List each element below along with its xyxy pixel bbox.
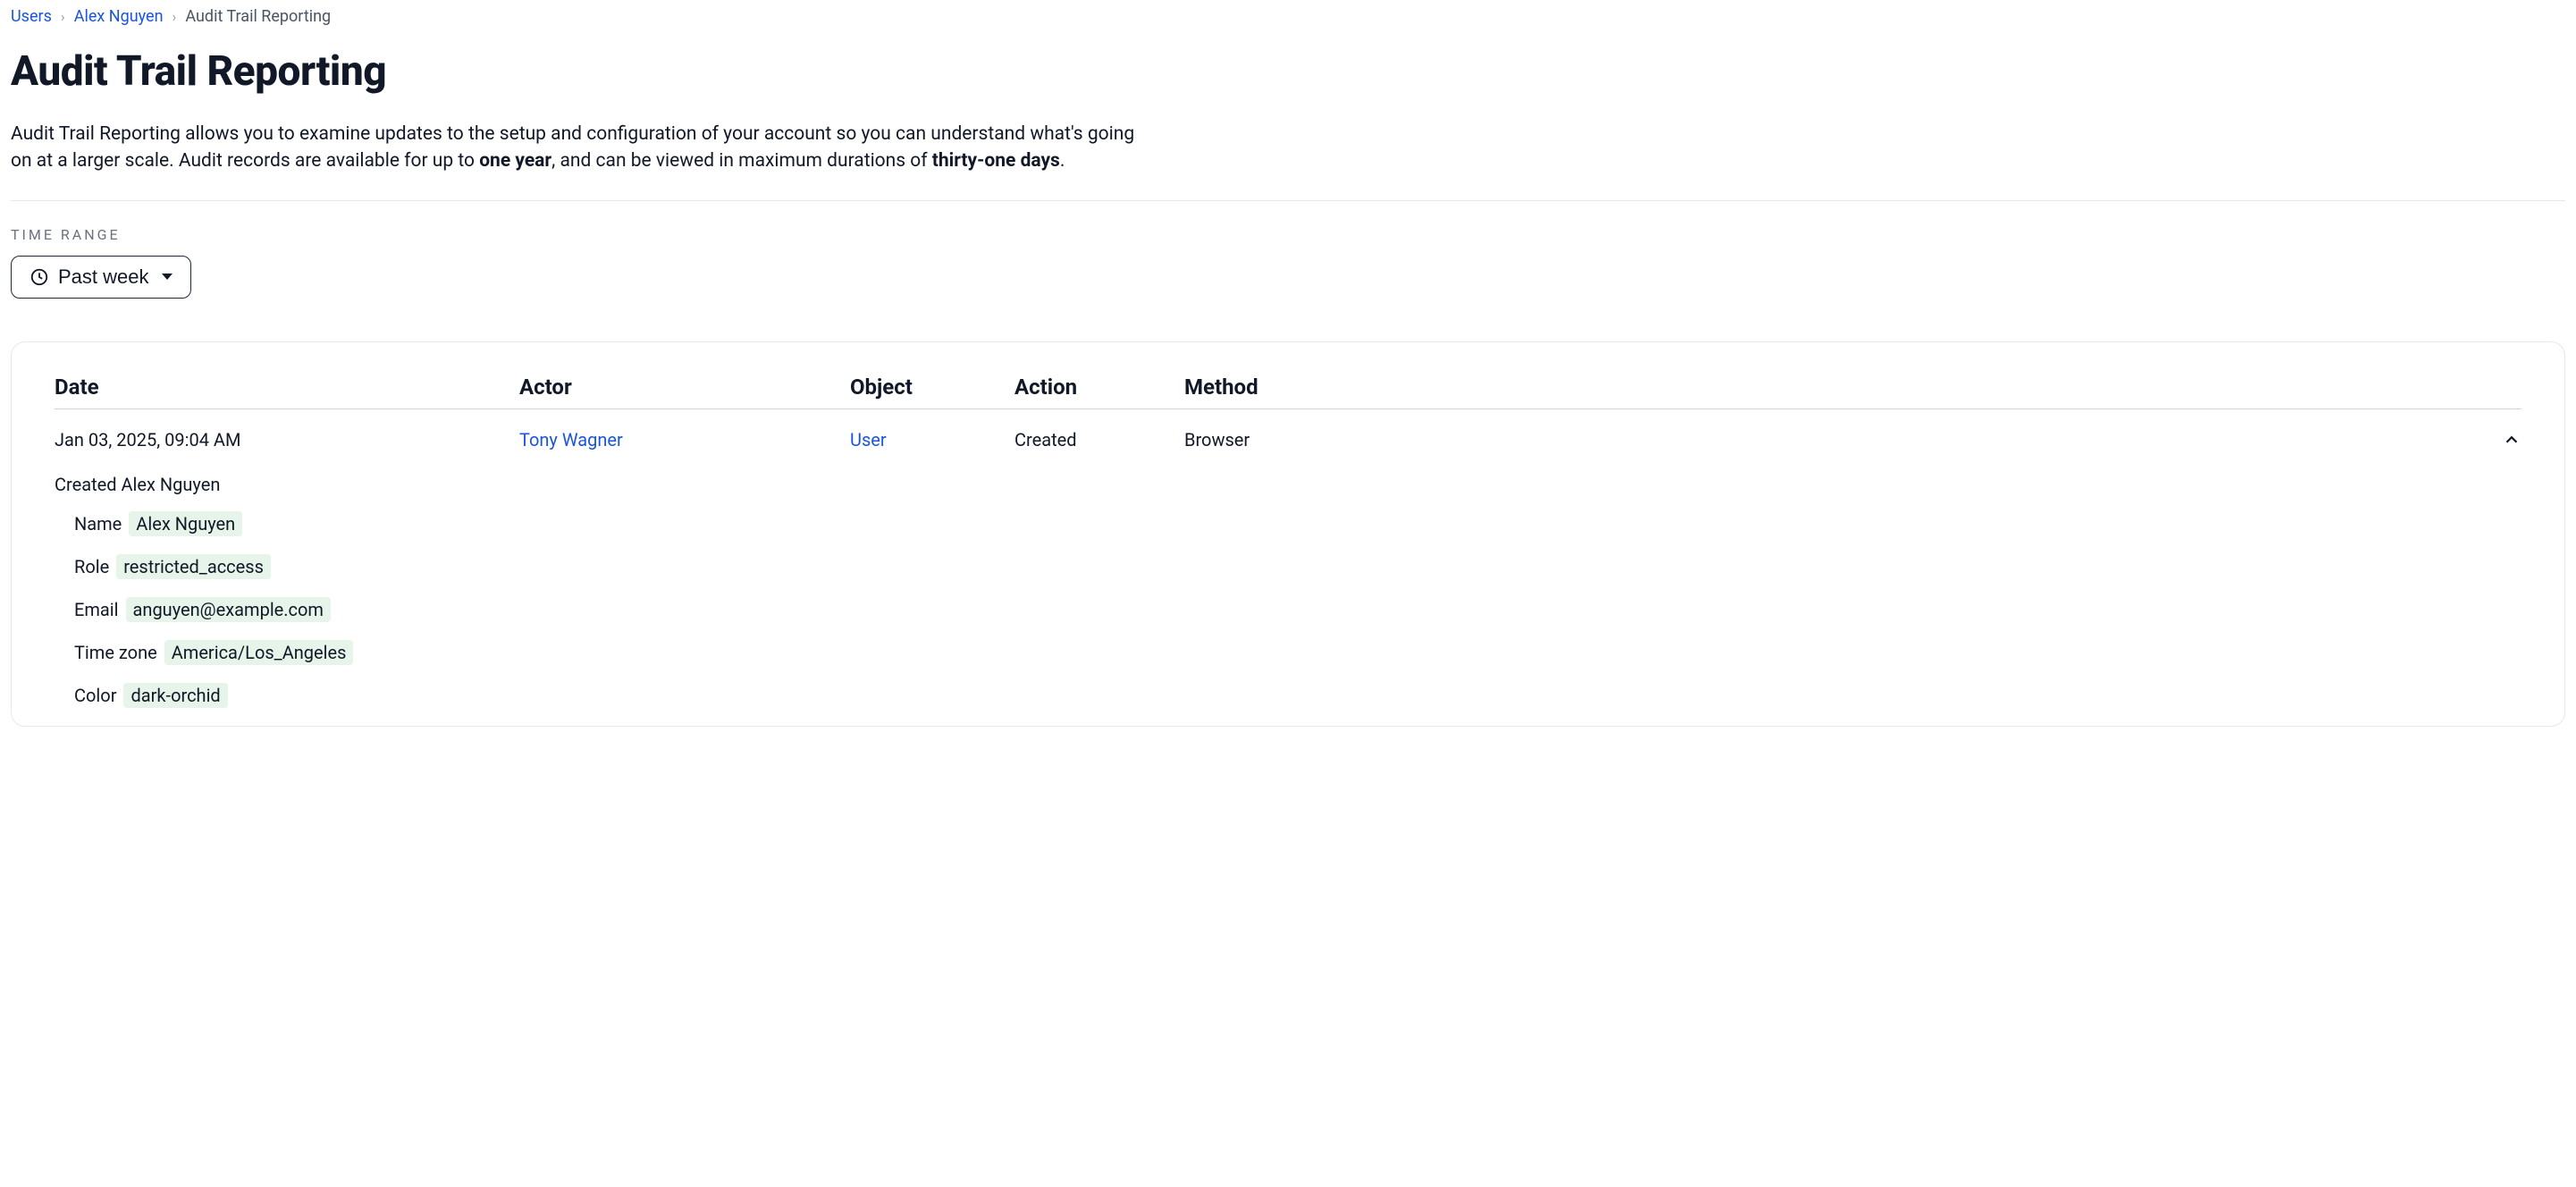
description-text: . xyxy=(1060,150,1065,172)
detail-label: Email xyxy=(74,599,119,620)
detail-list: Name Alex Nguyen Role restricted_access … xyxy=(55,511,2521,708)
breadcrumb-current: Audit Trail Reporting xyxy=(185,7,331,26)
page-description: Audit Trail Reporting allows you to exam… xyxy=(11,121,1155,175)
detail-value-badge: dark-orchid xyxy=(123,683,227,708)
audit-row-details: Created Alex Nguyen Name Alex Nguyen Rol… xyxy=(55,474,2521,708)
breadcrumb-user-link[interactable]: Alex Nguyen xyxy=(74,7,164,26)
detail-item-timezone: Time zone America/Los_Angeles xyxy=(74,640,2521,665)
header-method: Method xyxy=(1184,375,2486,400)
description-bold-duration: thirty-one days xyxy=(932,150,1060,172)
detail-value-badge: restricted_access xyxy=(116,554,271,579)
detail-value-badge: anguyen@example.com xyxy=(126,597,331,622)
divider xyxy=(11,200,2565,201)
audit-row[interactable]: Jan 03, 2025, 09:04 AM Tony Wagner User … xyxy=(55,429,2521,450)
time-range-section: TIME RANGE Past week xyxy=(11,226,2565,299)
time-range-dropdown[interactable]: Past week xyxy=(11,256,191,299)
time-range-label: TIME RANGE xyxy=(11,226,2565,243)
header-date: Date xyxy=(55,375,519,400)
audit-table-header: Date Actor Object Action Method xyxy=(55,375,2521,409)
breadcrumb: Users › Alex Nguyen › Audit Trail Report… xyxy=(11,7,2565,26)
detail-title: Created Alex Nguyen xyxy=(55,474,2521,495)
detail-label: Name xyxy=(74,513,122,535)
detail-label: Role xyxy=(74,556,109,577)
header-actor: Actor xyxy=(519,375,850,400)
detail-item-role: Role restricted_access xyxy=(74,554,2521,579)
row-actor-link[interactable]: Tony Wagner xyxy=(519,429,623,450)
detail-item-email: Email anguyen@example.com xyxy=(74,597,2521,622)
time-range-value: Past week xyxy=(58,265,149,289)
breadcrumb-separator: › xyxy=(61,8,65,25)
detail-item-color: Color dark-orchid xyxy=(74,683,2521,708)
breadcrumb-separator: › xyxy=(173,8,177,25)
clock-icon xyxy=(29,267,49,287)
header-object: Object xyxy=(850,375,1014,400)
chevron-up-icon[interactable] xyxy=(2502,430,2521,450)
description-text: , and can be viewed in maximum durations… xyxy=(551,150,932,172)
audit-card: Date Actor Object Action Method Jan 03, … xyxy=(11,341,2565,727)
description-bold-retention: one year xyxy=(479,150,551,172)
breadcrumb-users-link[interactable]: Users xyxy=(11,7,52,26)
row-date: Jan 03, 2025, 09:04 AM xyxy=(55,429,519,450)
detail-value-badge: Alex Nguyen xyxy=(129,511,242,536)
row-method: Browser xyxy=(1184,429,2486,450)
header-action: Action xyxy=(1014,375,1184,400)
detail-label: Time zone xyxy=(74,642,157,663)
page-title: Audit Trail Reporting xyxy=(11,47,2565,96)
detail-value-badge: America/Los_Angeles xyxy=(164,640,354,665)
detail-label: Color xyxy=(74,685,116,706)
detail-item-name: Name Alex Nguyen xyxy=(74,511,2521,536)
row-object-link[interactable]: User xyxy=(850,429,887,450)
row-action: Created xyxy=(1014,429,1184,450)
caret-down-icon xyxy=(162,274,173,280)
